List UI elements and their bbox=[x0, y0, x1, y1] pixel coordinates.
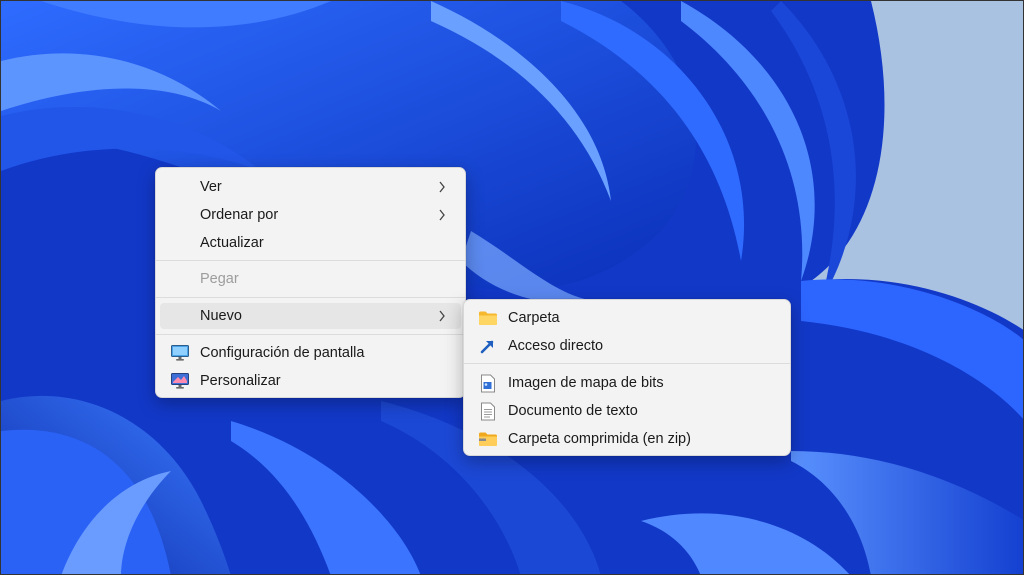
chevron-right-icon bbox=[435, 308, 449, 324]
submenu-item-label: Acceso directo bbox=[508, 338, 604, 354]
menu-item-pegar[interactable]: Pegar bbox=[160, 266, 461, 292]
chevron-right-icon bbox=[435, 207, 449, 223]
text-document-icon bbox=[477, 401, 499, 421]
submenu-item-imagen-de-mapa-de-bits[interactable]: Imagen de mapa de bits bbox=[468, 370, 786, 396]
submenu-item-documento-de-texto[interactable]: Documento de texto bbox=[468, 398, 786, 424]
menu-separator bbox=[156, 260, 465, 261]
submenu-item-label: Carpeta comprimida (en zip) bbox=[508, 431, 691, 447]
shortcut-icon bbox=[477, 336, 499, 356]
bitmap-image-icon bbox=[477, 373, 499, 393]
menu-item-personalizar[interactable]: Personalizar bbox=[160, 368, 461, 394]
personalize-icon bbox=[169, 371, 191, 391]
menu-separator bbox=[156, 334, 465, 335]
menu-separator bbox=[464, 363, 790, 364]
menu-item-label: Ver bbox=[200, 179, 222, 195]
chevron-right-icon bbox=[435, 179, 449, 195]
submenu-item-carpeta-comprimida[interactable]: Carpeta comprimida (en zip) bbox=[468, 426, 786, 452]
submenu-item-label: Carpeta bbox=[508, 310, 560, 326]
submenu-nuevo: Carpeta Acceso directo Imagen de mapa de… bbox=[463, 299, 791, 456]
menu-item-configuracion-de-pantalla[interactable]: Configuración de pantalla bbox=[160, 340, 461, 366]
menu-item-label: Ordenar por bbox=[200, 207, 279, 223]
menu-separator bbox=[156, 297, 465, 298]
menu-item-ver[interactable]: Ver bbox=[160, 174, 461, 200]
folder-icon bbox=[477, 308, 499, 328]
menu-item-label: Configuración de pantalla bbox=[200, 345, 365, 361]
menu-item-label: Actualizar bbox=[200, 235, 264, 251]
menu-item-actualizar[interactable]: Actualizar bbox=[160, 230, 461, 256]
zip-folder-icon bbox=[477, 429, 499, 449]
desktop-context-menu: Ver Ordenar por Actualizar Pegar Nuevo C… bbox=[155, 167, 466, 398]
desktop[interactable]: Ver Ordenar por Actualizar Pegar Nuevo C… bbox=[0, 0, 1024, 575]
submenu-item-label: Imagen de mapa de bits bbox=[508, 375, 664, 391]
menu-item-label: Nuevo bbox=[200, 308, 242, 324]
menu-item-label: Personalizar bbox=[200, 373, 281, 389]
submenu-item-label: Documento de texto bbox=[508, 403, 638, 419]
menu-item-ordenar-por[interactable]: Ordenar por bbox=[160, 202, 461, 228]
submenu-item-acceso-directo[interactable]: Acceso directo bbox=[468, 333, 786, 359]
menu-item-nuevo[interactable]: Nuevo bbox=[160, 303, 461, 329]
submenu-item-carpeta[interactable]: Carpeta bbox=[468, 305, 786, 331]
display-settings-icon bbox=[169, 343, 191, 363]
menu-item-label: Pegar bbox=[200, 271, 239, 287]
